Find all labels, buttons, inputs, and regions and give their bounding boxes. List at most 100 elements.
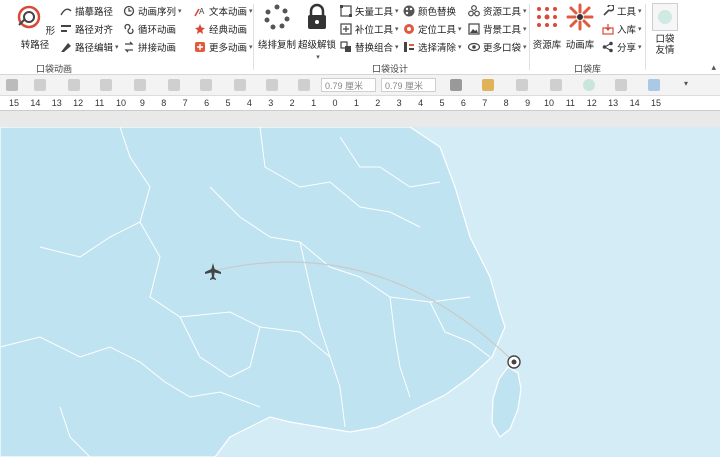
resource-library-button[interactable]: 资源库: [532, 3, 562, 51]
more-anim-button[interactable]: 更多动画 ▾: [194, 39, 253, 55]
chevron-down-icon: ▾: [523, 8, 527, 15]
resource-library-label: 资源库: [532, 40, 562, 51]
chevron-down-icon: ▾: [638, 26, 642, 33]
circle-icon[interactable]: [583, 79, 595, 91]
background-tools-button[interactable]: 背景工具 ▾: [468, 21, 527, 37]
toolbar-icon[interactable]: [234, 79, 246, 91]
toolbar-icon[interactable]: [298, 79, 310, 91]
stitch-anim-button[interactable]: 拼接动画: [123, 39, 176, 55]
star-icon[interactable]: [550, 79, 562, 91]
super-unlock-button[interactable]: 超级解锁 ▾: [298, 3, 336, 62]
friend-icon: [652, 3, 678, 31]
ruler-tick-label: 11: [94, 98, 105, 108]
width-field[interactable]: 0.79 厘米: [321, 78, 376, 92]
toolbar-icon[interactable]: [266, 79, 278, 91]
text-anim-icon: A: [194, 7, 205, 17]
tools-menu-button[interactable]: 工具 ▾: [602, 3, 642, 19]
select-clear-button[interactable]: 选择清除 ▾: [403, 39, 462, 55]
path-edit-label: 路径编辑: [75, 43, 114, 54]
share-button[interactable]: 分享 ▾: [602, 39, 642, 55]
ruler-tick-label: 2: [289, 98, 295, 108]
path-edit-icon: [61, 43, 71, 52]
chevron-down-icon: ▾: [395, 26, 399, 33]
height-field[interactable]: 0.79 厘米: [381, 78, 436, 92]
path-align-button[interactable]: 路径对齐: [60, 21, 113, 37]
classic-anim-button[interactable]: 经典动画: [194, 21, 247, 37]
image-icon: [468, 23, 480, 35]
group-divider: [529, 4, 530, 70]
fill-tools-button[interactable]: 补位工具 ▾: [340, 21, 399, 37]
color-replace-label: 颜色替换: [418, 7, 457, 18]
vector-tools-icon: [340, 5, 352, 17]
text-anim-label: 文本动画: [209, 7, 248, 18]
trace-path-button[interactable]: 描摹路径: [60, 3, 113, 19]
toolbar-icon[interactable]: [100, 79, 112, 91]
select-clear-label: 选择清除: [418, 43, 457, 54]
super-unlock-label: 超级解锁: [298, 40, 337, 51]
more-icon[interactable]: ▾: [684, 79, 688, 88]
chevron-down-icon: ▾: [638, 8, 642, 15]
resource-tools-label: 资源工具: [483, 7, 522, 18]
trace-path-label: 描摹路径: [75, 7, 114, 18]
animation-library-button[interactable]: 动画库: [565, 3, 595, 51]
background-tools-label: 背景工具: [483, 25, 522, 36]
ruler-tick-label: 7: [482, 98, 488, 108]
toolbar-icon[interactable]: [200, 79, 212, 91]
ruler-tick-label: 3: [396, 98, 402, 108]
replace-group-button[interactable]: 替换组合 ▾: [340, 39, 399, 55]
path-align-icon: [61, 25, 71, 32]
import-button[interactable]: 入库 ▾: [602, 21, 642, 37]
stitch-icon: [124, 41, 134, 53]
toolbar-icon[interactable]: [482, 79, 494, 91]
target-marker-icon: [507, 355, 521, 369]
align-icon[interactable]: [450, 79, 462, 91]
ruler-tick-label: 0: [332, 98, 338, 108]
anim-sequence-label: 动画序列: [138, 7, 177, 18]
toolbar-icon[interactable]: [34, 79, 46, 91]
fill-tools-label: 补位工具: [355, 25, 394, 36]
chevron-down-icon: ▾: [395, 8, 399, 15]
tools-menu-label: 工具: [617, 7, 637, 18]
loop-anim-button[interactable]: 循环动画: [123, 21, 176, 37]
position-tools-button[interactable]: 定位工具 ▾: [403, 21, 462, 37]
chevron-down-icon: ▾: [316, 54, 320, 61]
anim-sequence-button[interactable]: 动画序列 ▾: [123, 3, 182, 19]
wrap-copy-button[interactable]: 绕排复制: [258, 3, 296, 51]
wrap-copy-icon: [264, 4, 290, 30]
group-divider: [645, 4, 646, 70]
toolbar-icon[interactable]: [168, 79, 180, 91]
mountain-icon[interactable]: [615, 79, 627, 91]
toolbar-icon[interactable]: [68, 79, 80, 91]
group-label-anim: 口袋动画: [36, 64, 73, 74]
ruler-tick-label: 14: [629, 98, 640, 108]
collapse-ribbon-icon[interactable]: ▴: [711, 62, 716, 73]
toolbar-icon[interactable]: [516, 79, 528, 91]
color-replace-button[interactable]: 颜色替换: [403, 3, 456, 19]
classic-anim-icon: [195, 24, 205, 34]
select-clear-icon: [404, 42, 414, 52]
chevron-down-icon: ▾: [115, 44, 119, 51]
text-anim-button[interactable]: A 文本动画 ▾: [194, 3, 253, 19]
pocket-friend-button[interactable]: 口袋友情: [648, 3, 682, 56]
ruler-tick-label: 8: [503, 98, 509, 108]
resource-tools-button[interactable]: 资源工具 ▾: [468, 3, 527, 19]
import-icon: [602, 24, 614, 35]
loop-anim-label: 循环动画: [138, 25, 177, 36]
group-divider: [253, 4, 254, 70]
path-edit-button[interactable]: 路径编辑 ▾: [60, 39, 119, 55]
shape-to-path-button[interactable]: 形转路径: [14, 3, 56, 51]
vector-tools-button[interactable]: 矢量工具 ▾: [340, 3, 399, 19]
replace-group-label: 替换组合: [355, 43, 394, 54]
svg-text:A: A: [199, 7, 205, 16]
chevron-down-icon: ▾: [178, 8, 182, 15]
group-label-design: 口袋设计: [372, 64, 409, 74]
trace-path-icon: [60, 8, 72, 16]
image-icon[interactable]: [648, 79, 660, 91]
anim-sequence-icon: [123, 5, 135, 17]
toolbar-icon[interactable]: [6, 79, 18, 91]
chevron-down-icon: ▾: [249, 8, 253, 15]
ruler-tick-label: 11: [565, 98, 576, 108]
toolbar-icon[interactable]: [134, 79, 146, 91]
ruler-tick-label: 12: [586, 98, 597, 108]
more-pocket-button[interactable]: 更多口袋 ▾: [468, 39, 527, 55]
